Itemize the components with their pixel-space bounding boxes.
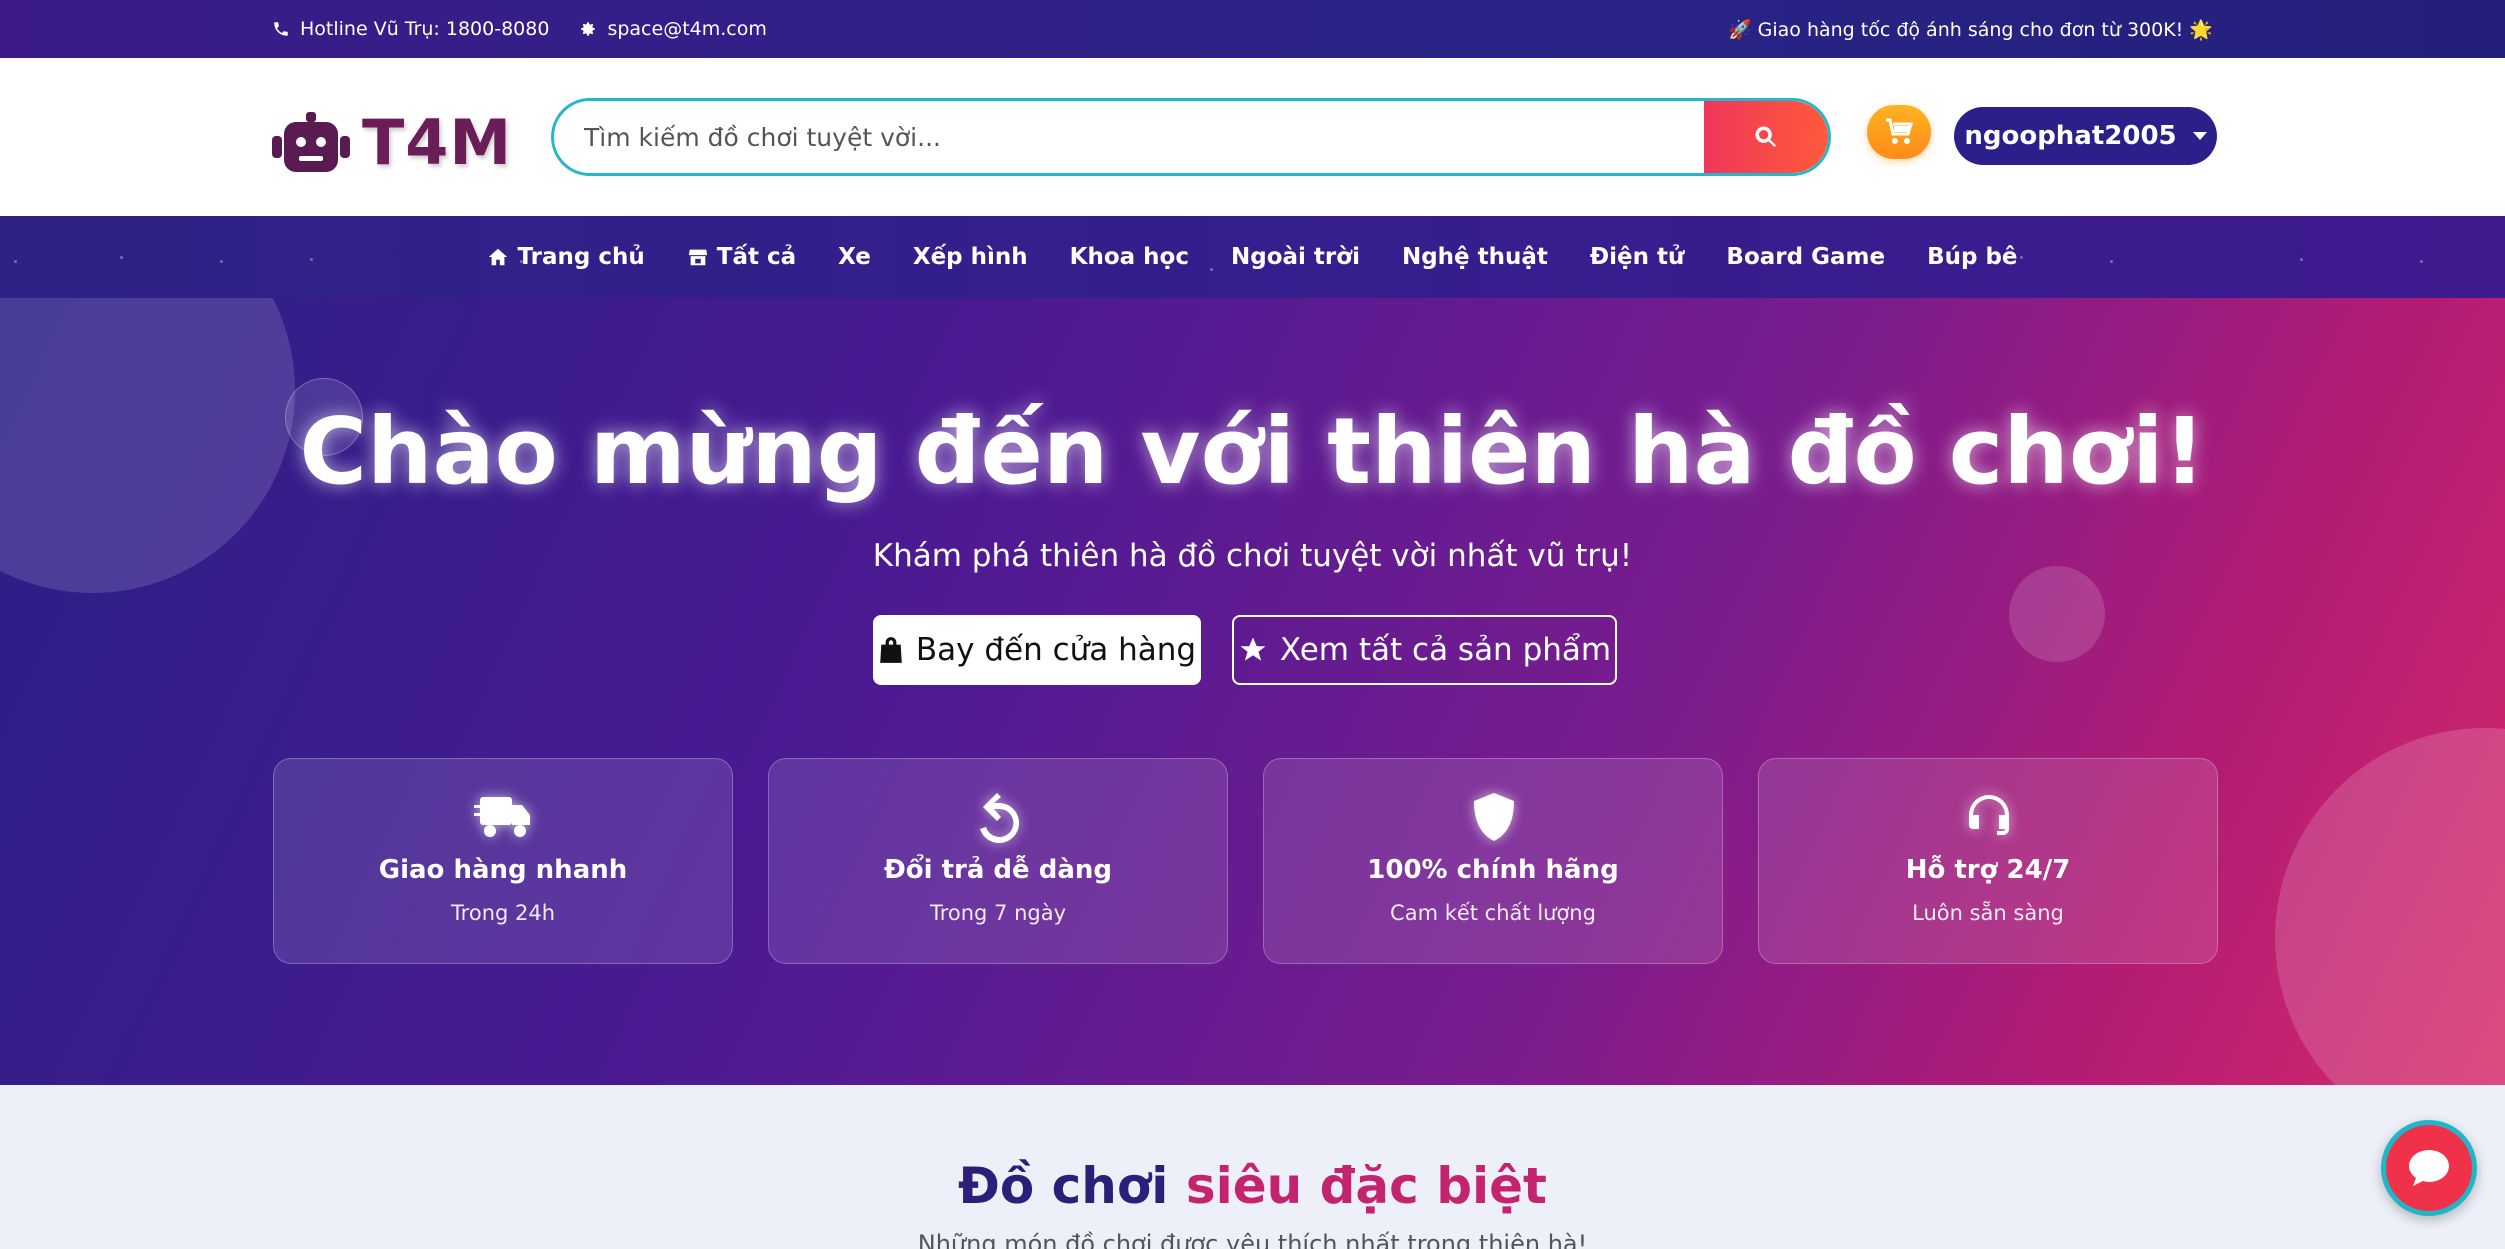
feature-title: Đổi trả dễ dàng <box>883 855 1113 885</box>
nav-label: Búp bê <box>1927 244 2018 270</box>
nav-label: Trang chủ <box>517 244 645 270</box>
featured-section: Đồ chơi siêu đặc biệt Những món đồ chơi … <box>0 1085 2505 1249</box>
decor-bubble <box>2009 566 2105 662</box>
hotline-text: Hotline Vũ Trụ: 1800-8080 <box>300 18 550 40</box>
hero-banner: Chào mừng đến với thiên hà đồ chơi! Khám… <box>0 298 2505 1085</box>
nav-item-board-game[interactable]: Board Game <box>1726 244 1885 270</box>
cart-button[interactable] <box>1867 105 1931 159</box>
robot-icon <box>272 111 350 172</box>
shield-icon <box>1474 793 1514 841</box>
nav-item-all[interactable]: Tất cả <box>687 244 796 270</box>
shopping-bag-icon <box>880 637 902 663</box>
view-all-label: Xem tất cả sản phẩm <box>1279 632 1612 668</box>
feature-title: Hỗ trợ 24/7 <box>1905 855 2071 885</box>
nav-label: Điện tử <box>1589 244 1685 270</box>
user-menu-button[interactable]: ngoophat2005 <box>1954 107 2217 165</box>
email-text: space@t4m.com <box>607 18 767 40</box>
store-icon <box>688 249 707 266</box>
hero-title: Chào mừng đến với thiên hà đồ chơi! <box>299 398 2206 505</box>
feature-subtitle: Trong 24h <box>450 901 556 925</box>
hotline[interactable]: Hotline Vũ Trụ: 1800-8080 <box>272 18 549 40</box>
email-contact[interactable]: space@t4m.com <box>579 18 767 40</box>
feature-card-easy-return: Đổi trả dễ dàng Trong 7 ngày <box>768 758 1228 964</box>
undo-icon <box>980 793 1020 843</box>
promo-text: 🚀 Giao hàng tốc độ ánh sáng cho đơn từ 3… <box>1727 19 2213 41</box>
truck-icon <box>474 797 530 837</box>
nav-label: Xe <box>838 244 871 270</box>
cart-icon <box>1886 118 1914 144</box>
hero-subtitle: Khám phá thiên hà đồ chơi tuyệt vời nhất… <box>872 538 1633 574</box>
feature-subtitle: Cam kết chất lượng <box>1390 901 1596 925</box>
feature-subtitle: Luôn sẵn sàng <box>1912 901 2064 925</box>
chat-button[interactable] <box>2381 1120 2477 1216</box>
nav-label: Khoa học <box>1069 244 1189 270</box>
username: ngoophat2005 <box>1964 121 2177 151</box>
logo[interactable]: T4M <box>272 106 512 179</box>
main-nav: Trang chủ Tất cả Xe Xếp hình Khoa học Ng… <box>0 216 2505 298</box>
search-icon <box>1755 126 1777 148</box>
header: T4M ngoophat2005 <box>0 58 2505 216</box>
nav-item-vehicles[interactable]: Xe <box>838 244 871 270</box>
logo-text: T4M <box>362 106 513 179</box>
star-icon <box>1240 637 1266 661</box>
search-input[interactable] <box>554 101 1714 173</box>
chat-bubble-icon <box>2409 1150 2449 1186</box>
feature-card-support: Hỗ trợ 24/7 Luôn sẵn sàng <box>1758 758 2218 964</box>
nav-item-puzzles[interactable]: Xếp hình <box>913 244 1028 270</box>
nav-label: Ngoài trời <box>1231 244 1360 270</box>
section-title-part-b: siêu đặc biệt <box>1185 1157 1547 1215</box>
section-title-part-a: Đồ chơi <box>958 1157 1169 1215</box>
nav-label: Nghệ thuật <box>1401 244 1548 270</box>
nav-item-dolls[interactable]: Búp bê <box>1927 244 2017 270</box>
feature-card-fast-delivery: Giao hàng nhanh Trong 24h <box>273 758 733 964</box>
section-description: Những món đồ chơi được yêu thích nhất tr… <box>917 1230 1588 1249</box>
feature-subtitle: Trong 7 ngày <box>929 901 1067 925</box>
decor-bubble <box>2275 728 2505 1085</box>
nav-item-art[interactable]: Nghệ thuật <box>1402 244 1548 270</box>
shop-now-button[interactable]: Bay đến cửa hàng <box>873 615 1201 685</box>
nav-item-electronics[interactable]: Điện tử <box>1590 244 1685 270</box>
feature-card-authentic: 100% chính hãng Cam kết chất lượng <box>1263 758 1723 964</box>
nav-item-outdoor[interactable]: Ngoài trời <box>1231 244 1360 270</box>
feature-title: Giao hàng nhanh <box>378 855 628 885</box>
phone-icon <box>274 22 288 36</box>
caret-down-icon <box>2192 132 2207 140</box>
search-button[interactable] <box>1704 101 1828 173</box>
section-title: Đồ chơi siêu đặc biệt <box>0 1157 2505 1215</box>
feature-title: 100% chính hãng <box>1367 855 1619 885</box>
search-bar <box>551 98 1831 176</box>
nav-label: Xếp hình <box>912 244 1028 270</box>
home-icon <box>489 248 508 266</box>
nav-item-science[interactable]: Khoa học <box>1070 244 1189 270</box>
nav-label: Tất cả <box>716 244 797 270</box>
gear-icon <box>581 22 596 36</box>
nav-item-home[interactable]: Trang chủ <box>487 244 645 270</box>
nav-label: Board Game <box>1726 244 1886 270</box>
shop-now-label: Bay đến cửa hàng <box>915 632 1197 668</box>
top-bar: Hotline Vũ Trụ: 1800-8080 space@t4m.com … <box>0 0 2505 58</box>
headset-icon <box>1969 795 2009 835</box>
view-all-products-button[interactable]: Xem tất cả sản phẩm <box>1232 615 1617 685</box>
